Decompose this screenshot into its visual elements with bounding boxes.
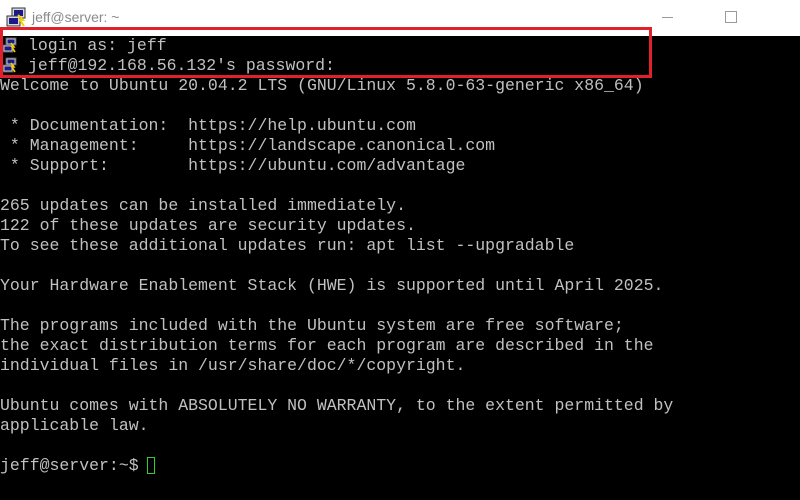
login-highlight-box [0,27,652,78]
window-title: jeff@server: ~ [32,9,120,25]
minimize-icon [662,17,673,18]
terminal-line: 265 updates can be installed immediately… [0,196,406,215]
terminal-line: Your Hardware Enablement Stack (HWE) is … [0,276,664,295]
terminal-cursor[interactable] [147,457,155,474]
terminal-window: jeff@server: ~ login as: jeff jeff@192.1… [0,0,800,500]
terminal-area[interactable]: login as: jeff jeff@192.168.56.132's pas… [0,36,800,500]
terminal-line: 122 of these updates are security update… [0,216,416,235]
terminal-line: applicable law. [0,416,149,435]
terminal-line: * Management: https://landscape.canonica… [0,136,496,155]
terminal-line: individual files in /usr/share/doc/*/cop… [0,356,466,375]
terminal-line: The programs included with the Ubuntu sy… [0,316,624,335]
putty-icon[interactable] [6,7,28,29]
terminal-line: * Documentation: https://help.ubuntu.com [0,116,416,135]
shell-prompt: jeff@server:~$ [0,456,149,475]
terminal-line: Welcome to Ubuntu 20.04.2 LTS (GNU/Linux… [0,76,644,95]
terminal-line: the exact distribution terms for each pr… [0,336,654,355]
terminal-line: To see these additional updates run: apt… [0,236,575,255]
terminal-line: Ubuntu comes with ABSOLUTELY NO WARRANTY… [0,396,674,415]
terminal-line: * Support: https://ubuntu.com/advantage [0,156,466,175]
maximize-icon [725,11,737,23]
maximize-button[interactable] [707,0,753,36]
